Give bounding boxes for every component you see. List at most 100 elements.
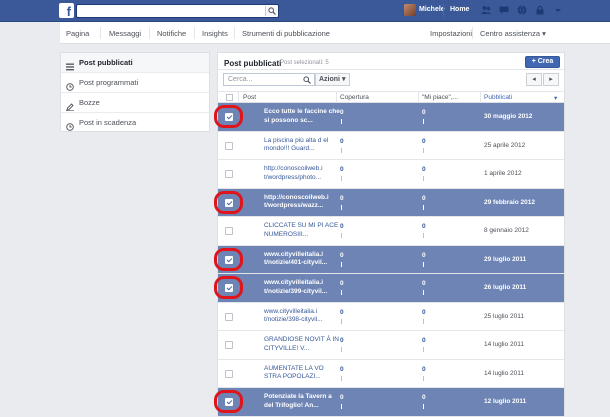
selection-highlight-ring xyxy=(214,247,243,271)
row-checkbox[interactable] xyxy=(225,141,233,150)
published-date: 1 aprile 2012 xyxy=(484,170,522,177)
lock-icon[interactable] xyxy=(534,4,546,16)
row-checkbox[interactable] xyxy=(225,369,233,378)
row-checkbox[interactable] xyxy=(225,227,233,235)
likes-value: 0 xyxy=(422,109,426,116)
likes-value: 0 xyxy=(422,337,426,344)
table-row[interactable]: www.cityvilleitalia.i t/notizie/399-city… xyxy=(214,274,564,303)
table-row[interactable]: www.cityvilleitalia.i t/notizie/398-city… xyxy=(218,302,564,331)
prev-page-button[interactable]: ◂ xyxy=(526,73,542,86)
post-link[interactable]: GRANDIOSE NOVIT À IN CITYVILLE! V... xyxy=(264,336,342,353)
likes-value: 0 xyxy=(422,308,426,316)
likes-value: 0 xyxy=(422,280,426,287)
likes-value: 0 xyxy=(422,223,426,230)
published-date: 8 gennaio 2012 xyxy=(484,227,529,234)
table-row[interactable]: www.cityvilleitalia.i t/notizie/401-city… xyxy=(214,245,564,274)
column-post[interactable]: Post xyxy=(243,94,256,101)
post-link[interactable]: www.cityvilleitalia.i t/notizie/399-city… xyxy=(264,279,342,296)
selection-highlight-ring xyxy=(214,276,243,299)
sidebar-item-post-pubblicati[interactable]: Post pubblicati xyxy=(61,53,209,73)
sidebar-item-post-in-scadenza[interactable]: Post in scadenza xyxy=(61,113,209,133)
table-row[interactable]: GRANDIOSE NOVIT À IN CITYVILLE! V... 0 0 14… xyxy=(218,331,564,360)
likes-value: 0 xyxy=(422,394,426,401)
search-input[interactable] xyxy=(76,4,279,18)
post-link[interactable]: http://conoscoilweb.i t/wordpress/wazz..… xyxy=(264,194,342,211)
tab-notifiche[interactable]: Notifiche xyxy=(157,29,186,38)
tab-impostazioni[interactable]: Impostazioni xyxy=(430,29,472,38)
likes-value: 0 xyxy=(422,166,426,173)
profile-link[interactable]: Michele xyxy=(419,6,445,13)
search-button[interactable] xyxy=(265,6,277,16)
tab-messaggi[interactable]: Messaggi xyxy=(109,29,141,38)
avatar[interactable] xyxy=(404,4,416,16)
tab-insights[interactable]: Insights xyxy=(202,29,228,38)
divider xyxy=(194,27,195,39)
tab-pagina[interactable]: Pagina xyxy=(66,29,89,38)
search-icon xyxy=(303,76,311,84)
reach-bar xyxy=(341,233,342,238)
column-mi-piace[interactable]: "Mi piace",... xyxy=(422,94,458,101)
divider xyxy=(149,27,150,39)
reach-bar xyxy=(341,375,342,381)
column-pubblicati[interactable]: Pubblicati xyxy=(484,94,512,101)
table-row[interactable]: CLICCATE SU MI PI ACE NUMEROSIII... 0 0 8 g… xyxy=(218,217,564,246)
divider xyxy=(443,4,444,17)
table-row[interactable]: Ecco tutte le faccine che si possono sc.… xyxy=(214,103,564,132)
reach-value: 0 xyxy=(340,337,344,344)
friends-icon[interactable] xyxy=(480,4,492,16)
row-checkbox[interactable] xyxy=(225,170,233,178)
table-row[interactable]: Potenziate la Tavern a del Trifoglio! An… xyxy=(214,388,564,417)
post-link[interactable]: CLICCATE SU MI PI ACE NUMEROSIII... xyxy=(264,222,342,239)
post-link[interactable]: Potenziate la Tavern a del Trifoglio! An… xyxy=(264,393,342,410)
actions-dropdown[interactable]: Azioni ▾ xyxy=(315,73,350,86)
select-all-checkbox[interactable] xyxy=(226,94,233,101)
reach-value: 0 xyxy=(340,166,344,173)
likes-bar xyxy=(423,375,424,381)
page-nav: Pagina Messaggi Notifiche Insights Strum… xyxy=(60,22,610,44)
facebook-logo[interactable]: f xyxy=(59,3,74,18)
likes-value: 0 xyxy=(422,194,426,202)
published-date: 12 luglio 2011 xyxy=(484,398,527,405)
published-date: 30 maggio 2012 xyxy=(484,113,533,120)
reach-bar xyxy=(341,119,342,124)
selection-highlight-ring xyxy=(214,105,243,128)
search-posts-input[interactable]: Cerca... xyxy=(223,73,315,86)
messages-icon[interactable] xyxy=(498,4,510,16)
post-link[interactable]: www.cityvilleitalia.i t/notizie/398-city… xyxy=(264,308,342,325)
post-link[interactable]: http://conoscoilweb.i t/wordpress/photo.… xyxy=(264,165,342,182)
globe-icon[interactable] xyxy=(516,4,528,16)
sidebar-item-bozze[interactable]: Bozze xyxy=(61,93,209,113)
published-date: 14 luglio 2011 xyxy=(484,341,524,348)
table-row[interactable]: http://conoscoilweb.i t/wordpress/photo.… xyxy=(218,160,564,189)
table-row[interactable]: AUMENTATE LA VO STRA POPOLAZI... 0 0 14 lug… xyxy=(218,359,564,388)
dropdown-icon[interactable] xyxy=(552,4,564,16)
published-date: 14 luglio 2011 xyxy=(484,369,524,377)
create-button[interactable]: + Crea xyxy=(525,56,560,68)
table-row[interactable]: http://conoscoilweb.i t/wordpress/wazz..… xyxy=(214,188,564,217)
reach-bar xyxy=(341,347,342,352)
top-icons xyxy=(480,4,564,18)
reach-value: 0 xyxy=(340,394,344,401)
post-link[interactable]: AUMENTATE LA VO STRA POPOLAZI... xyxy=(264,365,342,382)
top-bar: f Michele Home xyxy=(0,0,610,22)
reach-bar xyxy=(341,318,342,324)
published-posts-panel: Post pubblicati Post selezionati: 5 + Cr… xyxy=(214,52,565,417)
sidebar-item-post-programmati[interactable]: Post programmati xyxy=(61,73,209,93)
tab-strumenti-pubblicazione[interactable]: Strumenti di pubblicazione xyxy=(242,29,330,38)
divider xyxy=(336,92,337,103)
column-copertura[interactable]: Copertura xyxy=(340,94,369,101)
post-link[interactable]: La piscina più alta d el mondo!!! Guard.… xyxy=(264,137,342,154)
likes-value: 0 xyxy=(422,365,426,373)
table-row[interactable]: La piscina più alta d el mondo!!! Guard.… xyxy=(218,131,564,160)
sidebar-item-label: Post programmati xyxy=(79,78,139,87)
post-link[interactable]: www.cityvilleitalia.i t/notizie/401-city… xyxy=(264,251,342,268)
home-link[interactable]: Home xyxy=(450,6,469,13)
row-checkbox[interactable] xyxy=(225,312,233,321)
divider xyxy=(234,27,235,39)
help-center-menu[interactable]: Centro assistenza ▾ xyxy=(480,29,546,38)
reach-bar xyxy=(341,290,342,295)
post-link[interactable]: Ecco tutte le faccine che si possono sc.… xyxy=(264,108,342,125)
row-checkbox[interactable] xyxy=(225,341,233,349)
reach-value: 0 xyxy=(340,308,344,316)
next-page-button[interactable]: ▸ xyxy=(543,73,559,86)
